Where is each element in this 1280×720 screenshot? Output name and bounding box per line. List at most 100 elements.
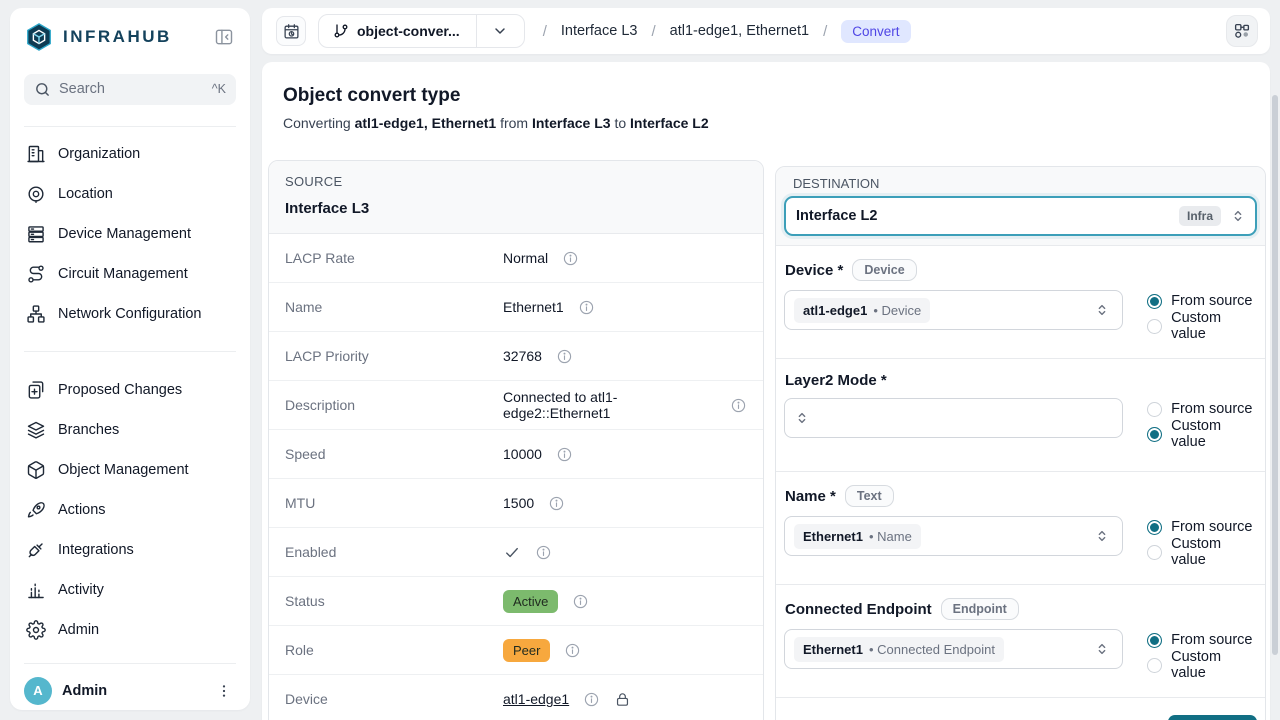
sidebar-item-branches[interactable]: Branches (18, 410, 242, 450)
radio-custom-value[interactable]: Custom value (1147, 654, 1257, 676)
field-select[interactable]: Ethernet1• Name (784, 516, 1123, 556)
field-value: Active (503, 590, 589, 613)
related-object-link[interactable]: atl1-edge1 (503, 691, 569, 707)
info-icon[interactable] (535, 544, 552, 561)
sidebar-item-location[interactable]: Location (18, 174, 242, 214)
radio-from-source[interactable]: From source (1147, 290, 1257, 312)
info-icon[interactable] (556, 446, 573, 463)
breadcrumb: /Interface L3/atl1-edge1, Ethernet1/Conv… (543, 20, 911, 43)
sidebar-item-integrations[interactable]: Integrations (18, 530, 242, 570)
search-shortcut: ^K (212, 82, 226, 96)
radio-custom-value[interactable]: Custom value (1147, 541, 1257, 563)
sidebar-item-circuit-management[interactable]: Circuit Management (18, 254, 242, 294)
radio-circle[interactable] (1147, 520, 1162, 535)
sidebar-item-actions[interactable]: Actions (18, 490, 242, 530)
breadcrumb-separator: / (651, 23, 655, 40)
select-caret-icon (794, 410, 810, 426)
field-value: Connected to atl1-edge2::Ethernet1 (503, 389, 747, 421)
info-icon[interactable] (583, 691, 600, 708)
field-label: LACP Priority (285, 348, 503, 364)
breadcrumb-item[interactable]: Interface L3 (561, 23, 638, 39)
source-rows: LACP Rate Normal Name Ethernet1 LACP Pri… (269, 234, 763, 720)
radio-from-source[interactable]: From source (1147, 398, 1257, 420)
info-icon[interactable] (730, 397, 747, 414)
destination-field: Device * Device atl1-edge1• Device From … (776, 246, 1265, 359)
info-icon[interactable] (564, 642, 581, 659)
diff-icon (26, 380, 46, 400)
source-row: Device atl1-edge1 (269, 675, 763, 720)
radio-from-source[interactable]: From source (1147, 516, 1257, 538)
source-row: Role Peer (269, 626, 763, 675)
radio-circle[interactable] (1147, 294, 1162, 309)
field-label: MTU (285, 495, 503, 511)
info-icon[interactable] (548, 495, 565, 512)
sidebar-item-label: Actions (58, 502, 106, 518)
schema-icon (1233, 22, 1251, 40)
check-icon (503, 543, 521, 561)
sidebar-collapse-button[interactable] (210, 23, 238, 51)
radio-custom-value[interactable]: Custom value (1147, 423, 1257, 445)
sidebar-item-label: Device Management (58, 226, 191, 242)
radio-custom-value[interactable]: Custom value (1147, 315, 1257, 337)
sidebar-item-organization[interactable]: Organization (18, 134, 242, 174)
time-travel-button[interactable] (276, 16, 306, 46)
radio-circle[interactable] (1147, 427, 1162, 442)
field-label: Description (285, 397, 503, 413)
radio-from-source[interactable]: From source (1147, 629, 1257, 651)
breadcrumb-current-badge: Convert (841, 20, 910, 43)
field-select[interactable]: Ethernet1• Connected Endpoint (784, 629, 1123, 669)
field-select[interactable]: atl1-edge1• Device (784, 290, 1123, 330)
field-value: Normal (503, 250, 579, 267)
field-label: Role (285, 642, 503, 658)
sidebar-item-label: Network Configuration (58, 306, 201, 322)
radio-circle[interactable] (1147, 633, 1162, 648)
branch-selector[interactable]: object-conver... (318, 14, 525, 48)
source-row: Name Ethernet1 (269, 283, 763, 332)
info-icon[interactable] (562, 250, 579, 267)
breadcrumb-separator: / (823, 23, 827, 40)
breadcrumb-item[interactable]: atl1-edge1, Ethernet1 (670, 23, 809, 39)
search-input[interactable]: Search ^K (24, 74, 236, 105)
sidebar-item-device-management[interactable]: Device Management (18, 214, 242, 254)
destination-footer: Convert (776, 698, 1265, 720)
network-icon (26, 304, 46, 324)
sidebar-item-activity[interactable]: Activity (18, 570, 242, 610)
radio-circle[interactable] (1147, 319, 1162, 334)
field-select[interactable] (784, 398, 1123, 438)
sidebar-item-proposed-changes[interactable]: Proposed Changes (18, 370, 242, 410)
sidebar-item-object-management[interactable]: Object Management (18, 450, 242, 490)
scrollbar-thumb[interactable] (1272, 95, 1278, 655)
field-label: LACP Rate (285, 250, 503, 266)
radio-circle[interactable] (1147, 658, 1162, 673)
info-icon[interactable] (578, 299, 595, 316)
branch-dropdown-toggle[interactable] (476, 15, 524, 47)
sidebar-nav: Organization Location Device Management … (10, 127, 250, 650)
radio-circle[interactable] (1147, 402, 1162, 417)
field-value: 10000 (503, 446, 573, 463)
sidebar-item-network-configuration[interactable]: Network Configuration (18, 294, 242, 334)
source-label: SOURCE (285, 174, 747, 189)
user-menu-kebab-icon[interactable] (212, 679, 236, 703)
radio-circle[interactable] (1147, 545, 1162, 560)
source-row: LACP Rate Normal (269, 234, 763, 283)
sidebar-item-label: Location (58, 186, 113, 202)
sidebar-item-admin[interactable]: Admin (18, 610, 242, 650)
schema-visualizer-button[interactable] (1226, 15, 1258, 47)
selected-value-chip: Ethernet1• Name (794, 524, 921, 549)
subtitle-text: from (500, 115, 528, 131)
source-panel-header: SOURCE Interface L3 (269, 161, 763, 234)
convert-button[interactable]: Convert (1168, 715, 1257, 720)
select-caret-icon (1094, 528, 1110, 544)
value-text: 32768 (503, 348, 542, 364)
destination-type-select[interactable]: Interface L2 Infra (784, 196, 1257, 236)
field-label: Speed (285, 446, 503, 462)
destination-label: DESTINATION (793, 176, 1253, 191)
source-row: MTU 1500 (269, 479, 763, 528)
search-icon (34, 81, 51, 98)
page-subtitle: Converting atl1-edge1, Ethernet1 from In… (283, 115, 709, 131)
info-icon[interactable] (556, 348, 573, 365)
field-value: 32768 (503, 348, 573, 365)
info-icon[interactable] (572, 593, 589, 610)
field-kind-badge: Text (845, 485, 894, 507)
selected-value-chip: atl1-edge1• Device (794, 298, 930, 323)
